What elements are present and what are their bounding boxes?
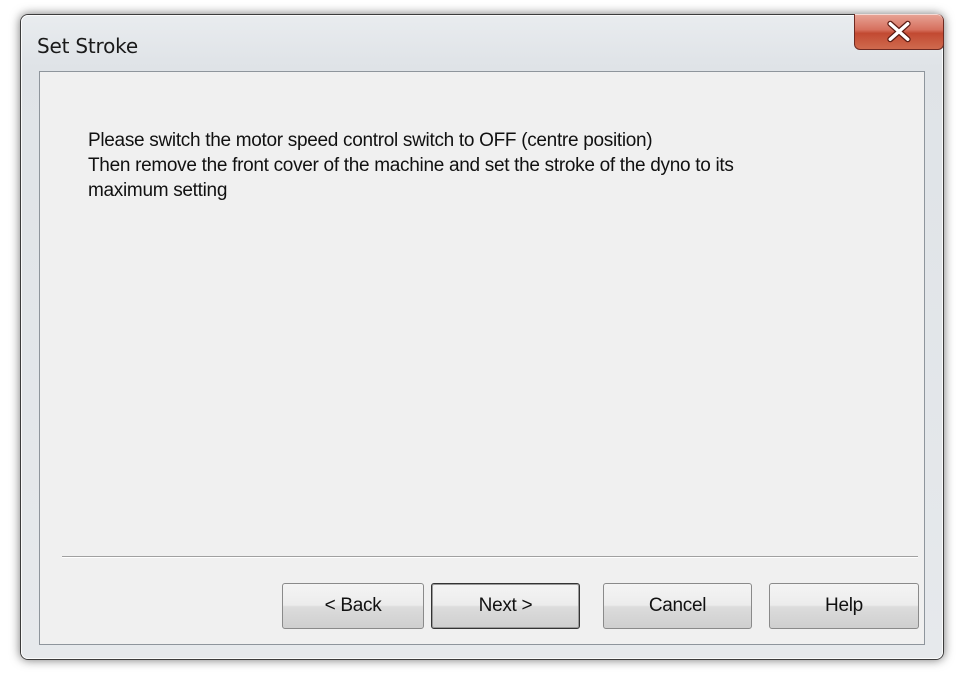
help-button[interactable]: Help (769, 583, 919, 629)
instruction-line: maximum setting (88, 180, 228, 201)
window-title: Set Stroke (37, 34, 138, 58)
dialog-content-panel: Please switch the motor speed control sw… (39, 71, 925, 645)
close-x-icon (887, 20, 911, 43)
instruction-line: Please switch the motor speed control sw… (88, 130, 653, 151)
back-button[interactable]: < Back (282, 583, 424, 629)
button-separator (62, 556, 918, 558)
close-button[interactable] (854, 14, 944, 50)
instruction-line: Then remove the front cover of the machi… (88, 155, 734, 176)
cancel-button[interactable]: Cancel (603, 583, 752, 629)
set-stroke-dialog: Set Stroke Please switch the motor speed… (20, 14, 944, 660)
next-button[interactable]: Next > (431, 583, 580, 629)
instruction-message: Please switch the motor speed control sw… (88, 128, 888, 203)
